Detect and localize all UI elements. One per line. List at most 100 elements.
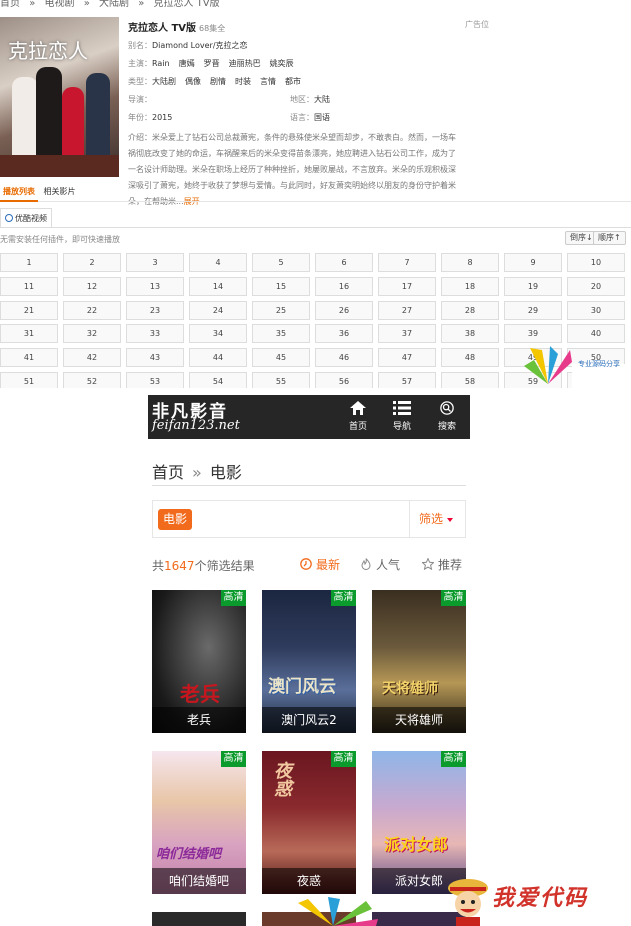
filter-button[interactable]: 筛选	[409, 501, 465, 537]
episode-button[interactable]: 16	[315, 276, 373, 296]
episode-button[interactable]: 6	[315, 253, 373, 272]
movie-card[interactable]: 天将雄师 高清 天将雄师	[372, 590, 466, 733]
genre-link[interactable]: 剧情	[210, 77, 226, 86]
episode-button[interactable]: 20	[567, 276, 625, 296]
episode-button[interactable]: 23	[126, 300, 184, 320]
episode-button[interactable]: 55	[252, 372, 310, 388]
sort-asc-button[interactable]: 顺序↑	[593, 231, 626, 245]
episode-button[interactable]: 43	[126, 348, 184, 368]
filter-tag-movie[interactable]: 电影	[158, 509, 193, 530]
episode-button[interactable]: 15	[252, 276, 310, 296]
episode-button[interactable]: 31	[0, 324, 58, 344]
genre-link[interactable]: 都市	[285, 77, 301, 86]
breadcrumb-home[interactable]: 首页	[0, 0, 20, 9]
episode-button[interactable]: 32	[63, 324, 121, 344]
episode-button[interactable]: 24	[189, 300, 247, 320]
nav-search[interactable]: 搜索	[428, 401, 466, 432]
episode-button[interactable]: 38	[441, 324, 499, 344]
episode-button[interactable]: 56	[315, 372, 373, 388]
episode-button[interactable]: 44	[189, 348, 247, 368]
episode-button[interactable]: 33	[126, 324, 184, 344]
episode-button[interactable]: 25	[252, 300, 310, 320]
episode-button[interactable]: 21	[0, 300, 58, 320]
detail-tabs: 播放列表 相关影片	[0, 186, 631, 202]
hd-badge: 高清	[441, 590, 466, 606]
genre-link[interactable]: 偶像	[185, 77, 201, 86]
episode-button[interactable]: 11	[0, 276, 58, 296]
episode-button[interactable]: 29	[504, 300, 562, 320]
cast-link[interactable]: 迪丽热巴	[229, 59, 261, 68]
movie-card[interactable]: 老兵 高清 老兵	[152, 590, 246, 733]
episode-button[interactable]: 36	[315, 324, 373, 344]
cast-link[interactable]: 罗晋	[204, 59, 220, 68]
breadcrumb-mainland[interactable]: 大陆剧	[99, 0, 129, 9]
sort-latest[interactable]: 最新	[300, 556, 340, 573]
episode-button[interactable]: 22	[63, 300, 121, 320]
caret-down-icon	[447, 517, 454, 522]
lang-label: 语言：	[290, 113, 314, 122]
episode-button[interactable]: 30	[567, 300, 625, 320]
episode-button[interactable]: 8	[441, 253, 499, 272]
episode-button[interactable]: 19	[504, 276, 562, 296]
episode-button[interactable]: 58	[441, 372, 499, 388]
filter-button-label: 筛选	[419, 512, 444, 526]
episode-button[interactable]: 3	[126, 253, 184, 272]
episode-button[interactable]: 2	[63, 253, 121, 272]
breadcrumb-home[interactable]: 首页	[152, 463, 184, 482]
episode-button[interactable]: 48	[441, 348, 499, 368]
episode-button[interactable]: 28	[441, 300, 499, 320]
nav-home-label: 首页	[348, 422, 367, 432]
sort-popular-label: 人气	[376, 558, 401, 572]
source-label: 优酷视频	[15, 214, 47, 223]
genre-link[interactable]: 大陆剧	[152, 77, 176, 86]
tab-related[interactable]: 相关影片	[41, 186, 79, 202]
cast-label: 主演：	[128, 59, 152, 68]
episode-button[interactable]: 7	[378, 253, 436, 272]
movie-card[interactable]	[152, 912, 246, 926]
movie-card[interactable]: 澳门风云 高清 澳门风云2	[262, 590, 356, 733]
source-tab-youku[interactable]: 优酷视频	[0, 208, 52, 227]
episode-button[interactable]: 13	[126, 276, 184, 296]
movie-card[interactable]: 派对女郎 高清 派对女郎	[372, 751, 466, 894]
nav-home[interactable]: 首页	[339, 401, 377, 432]
cast-link[interactable]: Rain	[152, 59, 170, 68]
episode-button[interactable]: 37	[378, 324, 436, 344]
cast-link[interactable]: 唐嫣	[179, 59, 195, 68]
sort-recommend[interactable]: 推荐	[422, 556, 462, 573]
episode-button[interactable]: 35	[252, 324, 310, 344]
episode-button[interactable]: 54	[189, 372, 247, 388]
movie-title: 天将雄师	[372, 707, 466, 733]
episode-button[interactable]: 5	[252, 253, 310, 272]
episode-button[interactable]: 51	[0, 372, 58, 388]
episode-button[interactable]: 14	[189, 276, 247, 296]
episode-button[interactable]: 18	[441, 276, 499, 296]
genre-link[interactable]: 言情	[260, 77, 276, 86]
movie-card[interactable]: 夜惑 高清 夜惑	[262, 751, 356, 894]
episode-button[interactable]: 27	[378, 300, 436, 320]
episode-button[interactable]: 42	[63, 348, 121, 368]
nav-menu[interactable]: 导航	[383, 401, 421, 432]
episode-button[interactable]: 57	[378, 372, 436, 388]
episode-button[interactable]: 47	[378, 348, 436, 368]
episode-button[interactable]: 12	[63, 276, 121, 296]
cast-link[interactable]: 姚奕辰	[270, 59, 294, 68]
tab-playlist[interactable]: 播放列表	[0, 186, 38, 202]
episode-button[interactable]: 45	[252, 348, 310, 368]
episode-button[interactable]: 41	[0, 348, 58, 368]
episode-button[interactable]: 10	[567, 253, 625, 272]
movie-card[interactable]: 咱们结婚吧 高清 咱们结婚吧	[152, 751, 246, 894]
genre-link[interactable]: 时装	[235, 77, 251, 86]
episode-button[interactable]: 4	[189, 253, 247, 272]
episode-button[interactable]: 26	[315, 300, 373, 320]
episode-button[interactable]: 46	[315, 348, 373, 368]
breadcrumb-tv[interactable]: 电视剧	[45, 0, 75, 9]
sort-popular[interactable]: 人气	[360, 556, 400, 573]
episode-button[interactable]: 1	[0, 253, 58, 272]
episode-button[interactable]: 34	[189, 324, 247, 344]
episode-button[interactable]: 53	[126, 372, 184, 388]
episode-button[interactable]: 9	[504, 253, 562, 272]
episode-button[interactable]: 17	[378, 276, 436, 296]
show-poster[interactable]: 克拉恋人	[0, 17, 119, 177]
episode-button[interactable]: 52	[63, 372, 121, 388]
cast-row: 主演：Rain 唐嫣 罗晋 迪丽热巴 姚奕辰	[128, 58, 458, 70]
